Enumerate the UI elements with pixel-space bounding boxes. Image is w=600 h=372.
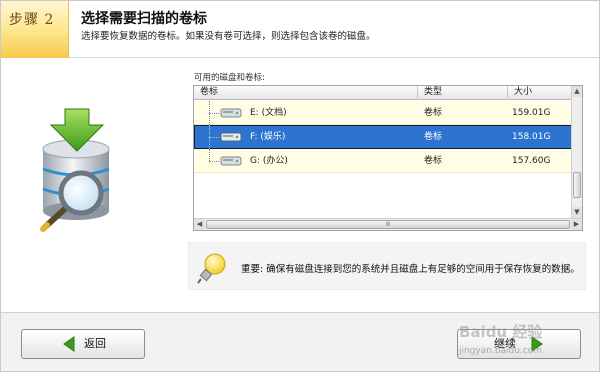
horizontal-scrollbar[interactable]: ◀ Ⅲ ▶ [194, 218, 582, 230]
arrow-left-icon [63, 336, 75, 352]
page-title: 选择需要扫描的卷标 [81, 11, 207, 27]
vertical-scrollbar[interactable]: ▲ ▼ [571, 86, 582, 218]
volume-list[interactable]: 卷标 类型 大小 E: (文档) 卷标 159.01G F: (娱乐) 卷标 1… [193, 85, 583, 231]
next-button[interactable]: 继续 [457, 329, 581, 359]
page-subtitle: 选择要恢复数据的卷标。如果没有卷可选择，则选择包含该卷的磁盘。 [81, 31, 376, 42]
next-button-label: 继续 [494, 337, 516, 350]
volume-row-e[interactable]: E: (文档) 卷标 159.01G [194, 101, 572, 125]
drive-icon [220, 108, 242, 118]
volume-list-caption: 可用的磁盘和卷标: [194, 73, 265, 83]
volume-row-f[interactable]: F: (娱乐) 卷标 158.01G [194, 125, 572, 149]
step-indicator: 步骤 2 [1, 1, 69, 58]
volume-type: 卷标 [424, 108, 443, 118]
volume-type: 卷标 [424, 132, 443, 142]
scroll-down-arrow-icon[interactable]: ▼ [572, 207, 582, 218]
column-header-volume[interactable]: 卷标 [194, 86, 418, 100]
note-text: 重要: 确保有磁盘连接到您的系统并且磁盘上有足够的空间用于保存恢复的数据。 [241, 264, 580, 275]
volume-name: G: (办公) [250, 156, 288, 166]
tree-connector [209, 113, 219, 114]
column-header-type[interactable]: 类型 [418, 86, 508, 100]
volume-list-header: 卷标 类型 大小 [194, 86, 572, 100]
wizard-body: 可用的磁盘和卷标: 卷标 类型 大小 E: (文档) 卷标 159.01G F:… [1, 59, 599, 311]
volume-name: E: (文档) [250, 108, 287, 118]
back-button-label: 返回 [84, 337, 106, 350]
volume-row-g[interactable]: G: (办公) 卷标 157.60G [194, 149, 572, 173]
tree-connector [209, 137, 219, 138]
vertical-scroll-thumb[interactable] [573, 172, 581, 198]
lightbulb-icon [197, 253, 226, 284]
important-note: 重要: 确保有磁盘连接到您的系统并且磁盘上有足够的空间用于保存恢复的数据。 [188, 242, 586, 290]
step-label: 步骤 2 [9, 12, 55, 28]
scroll-left-arrow-icon[interactable]: ◀ [194, 219, 205, 230]
wizard-header: 步骤 2 选择需要扫描的卷标 选择要恢复数据的卷标。如果没有卷可选择，则选择包含… [1, 1, 599, 58]
volume-size: 157.60G [512, 156, 551, 166]
drive-icon [220, 156, 242, 166]
wizard-footer: 返回 继续 Baidu 经验 jingyan.baidu.com [1, 312, 599, 371]
column-header-size[interactable]: 大小 [508, 86, 572, 100]
volume-type: 卷标 [424, 156, 443, 166]
back-button[interactable]: 返回 [21, 329, 145, 359]
horizontal-scroll-thumb[interactable]: Ⅲ [206, 220, 570, 229]
drive-icon [220, 132, 242, 142]
volume-name: F: (娱乐) [250, 132, 286, 142]
scroll-up-arrow-icon[interactable]: ▲ [572, 86, 582, 97]
scroll-right-arrow-icon[interactable]: ▶ [571, 219, 582, 230]
volume-size: 159.01G [512, 108, 551, 118]
tree-connector [209, 161, 219, 162]
database-scan-icon [40, 108, 110, 232]
arrow-right-icon [531, 336, 543, 352]
wizard-window: 步骤 2 选择需要扫描的卷标 选择要恢复数据的卷标。如果没有卷可选择，则选择包含… [0, 0, 600, 372]
tree-connector [209, 149, 210, 161]
volume-size: 158.01G [512, 132, 551, 142]
